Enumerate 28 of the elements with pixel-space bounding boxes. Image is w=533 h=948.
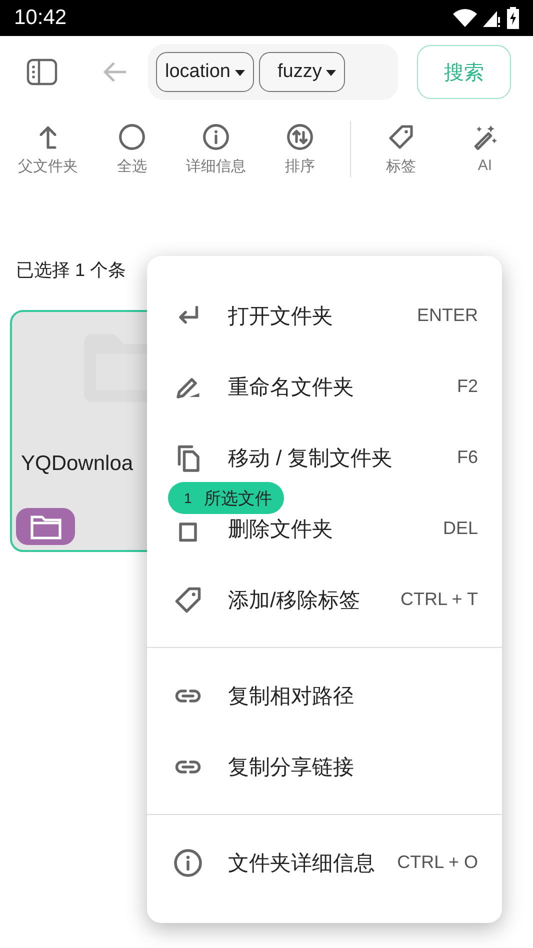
toolbar-button[interactable]: 详细信息	[174, 122, 258, 176]
filter-dropdown[interactable]: location	[156, 52, 254, 92]
selection-count: 已选择 1 个条	[16, 259, 128, 282]
info-icon	[173, 848, 203, 878]
menu-item[interactable]: 复制分享链接	[147, 746, 502, 787]
sort-icon	[286, 122, 314, 150]
toolbar-button[interactable]: 父文件夹	[6, 122, 90, 176]
tag-icon	[173, 584, 203, 614]
menu-item[interactable]: 添加/移除标签 CTRL + T	[147, 579, 502, 620]
circle-icon	[118, 122, 146, 150]
sidebar-toggle-icon[interactable]	[26, 58, 58, 86]
folder-icon	[30, 514, 62, 540]
toolbar-button[interactable]: 标签	[359, 122, 443, 176]
selected-count: 1	[184, 490, 192, 506]
toolbar-button[interactable]: 排序	[258, 122, 342, 176]
filter-dropdown[interactable]: fuzzy	[258, 52, 345, 92]
battery-icon	[507, 7, 519, 29]
toolbar-button[interactable]: 全选	[90, 122, 174, 176]
status-time: 10:42	[14, 6, 67, 30]
menu-item[interactable]: 文件夹详细信息 CTRL + O	[147, 842, 502, 883]
folder-name: YQDownloa	[21, 452, 134, 476]
chip-label: 所选文件	[204, 488, 272, 510]
tag-icon	[387, 122, 415, 150]
info-icon	[202, 122, 230, 150]
signal-icon	[483, 9, 501, 27]
wifi-icon	[453, 9, 477, 27]
toolbar-button[interactable]: AI	[443, 122, 527, 176]
menu-item[interactable]: 复制相对路径	[147, 675, 502, 716]
